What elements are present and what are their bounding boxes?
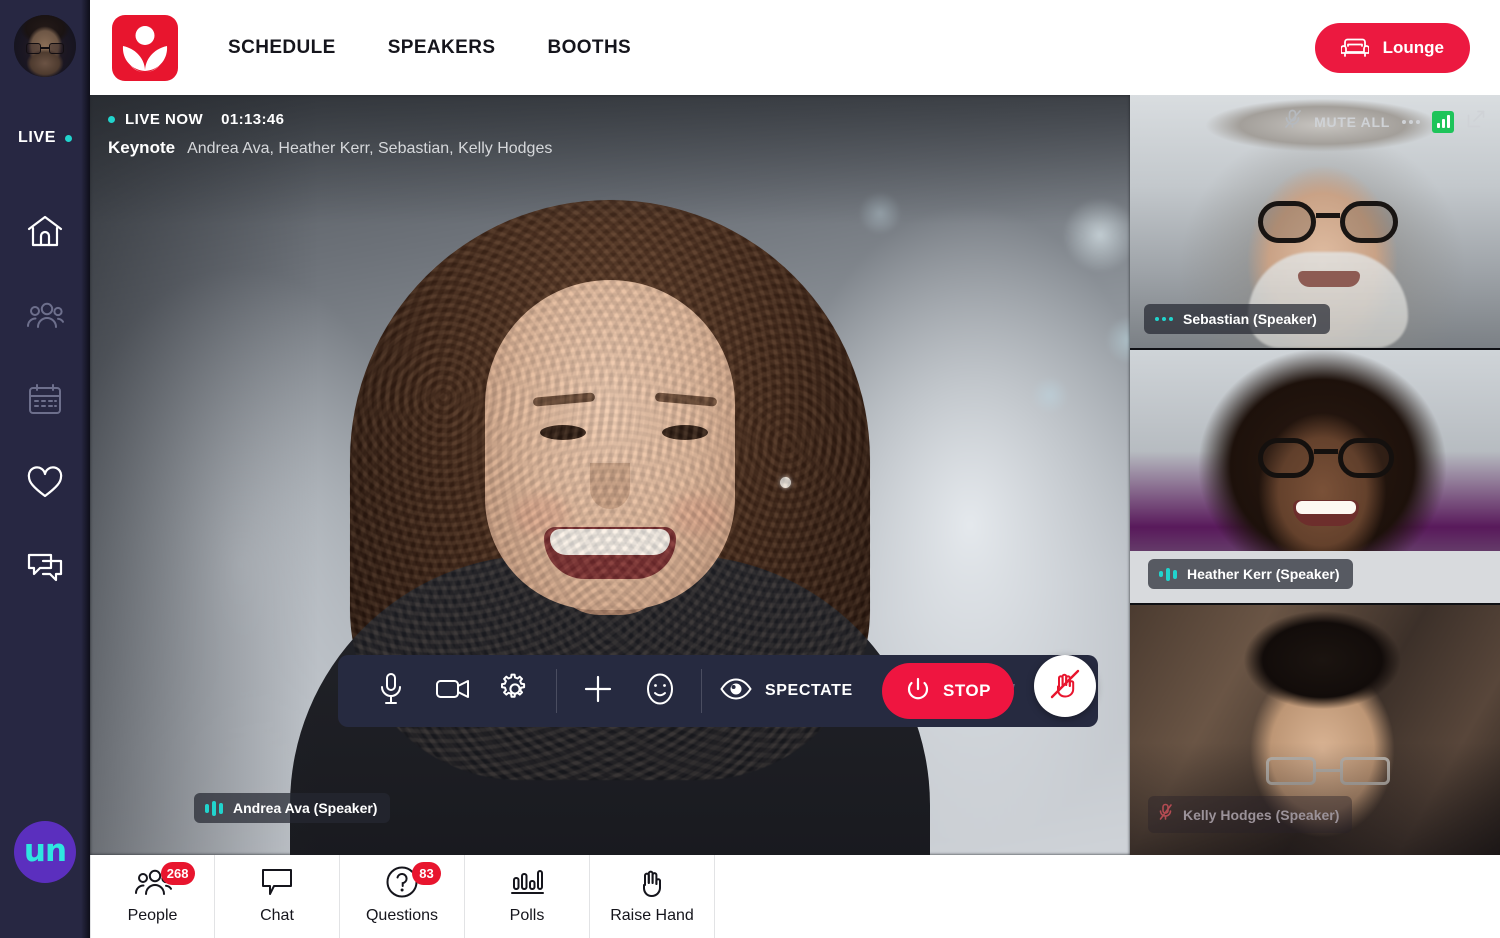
signal-strength-icon[interactable] xyxy=(1432,110,1454,133)
expand-icon[interactable] xyxy=(1466,109,1486,134)
tab-raise-hand-label: Raise Hand xyxy=(610,907,694,924)
camera-icon xyxy=(435,676,471,707)
microphone-button[interactable] xyxy=(360,655,422,727)
participant-name: Sebastian (Speaker) xyxy=(1183,311,1317,327)
active-speaker-name: Andrea Ava (Speaker) xyxy=(233,800,378,816)
tab-polls[interactable]: Polls xyxy=(465,855,590,938)
smiley-icon xyxy=(644,672,676,711)
product-logo-text: un xyxy=(23,832,67,869)
participant-tile[interactable]: Kelly Hodges (Speaker) xyxy=(1130,605,1500,855)
mic-muted-icon xyxy=(1284,109,1302,134)
sidebar-item-schedule[interactable] xyxy=(0,357,90,441)
tab-people[interactable]: 268 People xyxy=(90,855,215,938)
stop-button[interactable]: STOP xyxy=(882,663,1014,719)
tab-people-label: People xyxy=(127,907,178,924)
tab-questions-label: Questions xyxy=(365,907,439,924)
chat-bubbles-icon xyxy=(26,551,64,583)
nav-item-booths[interactable]: BOOTHS xyxy=(547,37,631,59)
gear-icon xyxy=(499,673,531,710)
controls-divider-2 xyxy=(701,669,702,713)
participant-name-pill: Kelly Hodges (Speaker) xyxy=(1148,796,1353,833)
active-speaker-name-pill: Andrea Ava (Speaker) xyxy=(194,793,391,823)
participant-name: Kelly Hodges (Speaker) xyxy=(1183,806,1340,823)
session-timer: 01:13:46 xyxy=(221,111,285,128)
chat-bubble-icon xyxy=(260,867,294,902)
mute-all-label[interactable]: MUTE ALL xyxy=(1314,114,1390,130)
reactions-button[interactable] xyxy=(629,655,691,727)
sidebar-item-people[interactable] xyxy=(0,273,90,357)
controls-divider-1 xyxy=(556,669,557,713)
tab-chat[interactable]: Chat xyxy=(215,855,340,938)
bottom-tab-bar: 268 People Chat 83 Questions Polls Raise… xyxy=(90,855,1500,938)
home-icon xyxy=(26,214,64,248)
microphone-icon xyxy=(378,672,404,711)
camera-button[interactable] xyxy=(422,655,484,727)
people-badge: 268 xyxy=(160,862,195,885)
lower-hand-button[interactable] xyxy=(1034,655,1096,717)
power-icon xyxy=(905,677,931,706)
live-dot-icon xyxy=(64,134,72,142)
sidebar-nav xyxy=(0,189,90,609)
raise-hand-off-icon xyxy=(1048,667,1082,706)
sidebar-live-indicator: LIVE xyxy=(18,129,72,147)
virtual-event-app: LIVE un SCHEDULE SPEAKERS BOOTHS Lounge … xyxy=(0,0,1500,938)
tab-raise-hand[interactable]: Raise Hand xyxy=(590,855,715,938)
product-logo[interactable]: un xyxy=(14,821,76,883)
tab-questions[interactable]: 83 Questions xyxy=(340,855,465,938)
meeting-controls-bar: SPECTATE JOIN NOW STOP xyxy=(338,655,1098,727)
participant-tile[interactable]: MUTE ALL Sebastian (Speaker) xyxy=(1130,95,1500,348)
session-speaker-list: Andrea Ava, Heather Kerr, Sebastian, Kel… xyxy=(187,140,553,157)
mic-muted-icon xyxy=(1159,803,1173,826)
polls-bar-chart-icon xyxy=(510,867,544,902)
participants-panel: MUTE ALL Sebastian (Speaker) Heather Ker… xyxy=(1130,95,1500,855)
main-nav: SCHEDULE SPEAKERS BOOTHS xyxy=(228,37,683,59)
audio-level-icon xyxy=(1155,311,1173,327)
lounge-button[interactable]: Lounge xyxy=(1314,23,1470,73)
participant-name: Heather Kerr (Speaker) xyxy=(1187,566,1340,582)
raise-hand-icon xyxy=(636,865,668,904)
avatar-glasses xyxy=(25,43,65,54)
brand-logo-icon[interactable] xyxy=(112,14,178,81)
settings-button[interactable] xyxy=(484,655,546,727)
people-icon xyxy=(25,300,65,330)
stage-vignette xyxy=(90,95,1130,855)
audio-level-icon xyxy=(1159,566,1177,582)
stop-button-label: STOP xyxy=(943,681,991,700)
spectate-button[interactable]: SPECTATE xyxy=(720,677,853,705)
lounge-button-label: Lounge xyxy=(1382,38,1444,57)
nav-item-schedule[interactable]: SCHEDULE xyxy=(228,37,336,59)
questions-badge: 83 xyxy=(412,862,441,885)
heart-icon xyxy=(26,466,64,500)
sidebar-item-messages[interactable] xyxy=(0,525,90,609)
spectate-label: SPECTATE xyxy=(765,682,853,699)
live-session-info: LIVE NOW 01:13:46 Keynote Andrea Ava, He… xyxy=(108,111,552,158)
participant-name-pill: Heather Kerr (Speaker) xyxy=(1148,559,1353,589)
top-navigation-bar: SCHEDULE SPEAKERS BOOTHS Lounge xyxy=(90,0,1500,99)
session-type: Keynote xyxy=(108,138,176,157)
participant-tile[interactable]: Heather Kerr (Speaker) xyxy=(1130,350,1500,603)
eye-icon xyxy=(720,677,752,705)
sidebar-item-favorites[interactable] xyxy=(0,441,90,525)
add-button[interactable] xyxy=(567,655,629,727)
live-now-label: LIVE NOW xyxy=(125,111,204,128)
nav-item-speakers[interactable]: SPEAKERS xyxy=(388,37,496,59)
sofa-icon xyxy=(1339,35,1370,62)
sidebar-item-home[interactable] xyxy=(0,189,90,273)
audio-level-icon xyxy=(205,800,223,816)
tab-chat-label: Chat xyxy=(260,907,294,924)
main-video-stage[interactable]: LIVE NOW 01:13:46 Keynote Andrea Ava, He… xyxy=(90,95,1130,855)
avatar[interactable] xyxy=(14,15,76,77)
sidebar-live-label: LIVE xyxy=(18,129,56,146)
participant-name-pill: Sebastian (Speaker) xyxy=(1144,304,1330,334)
tab-polls-label: Polls xyxy=(509,907,545,924)
live-status-dot-icon xyxy=(108,116,115,123)
plus-icon xyxy=(583,674,613,709)
panel-toolbar: MUTE ALL xyxy=(1284,109,1486,134)
left-sidebar: LIVE un xyxy=(0,0,90,938)
more-options-icon[interactable] xyxy=(1402,119,1420,124)
calendar-icon xyxy=(27,382,63,416)
